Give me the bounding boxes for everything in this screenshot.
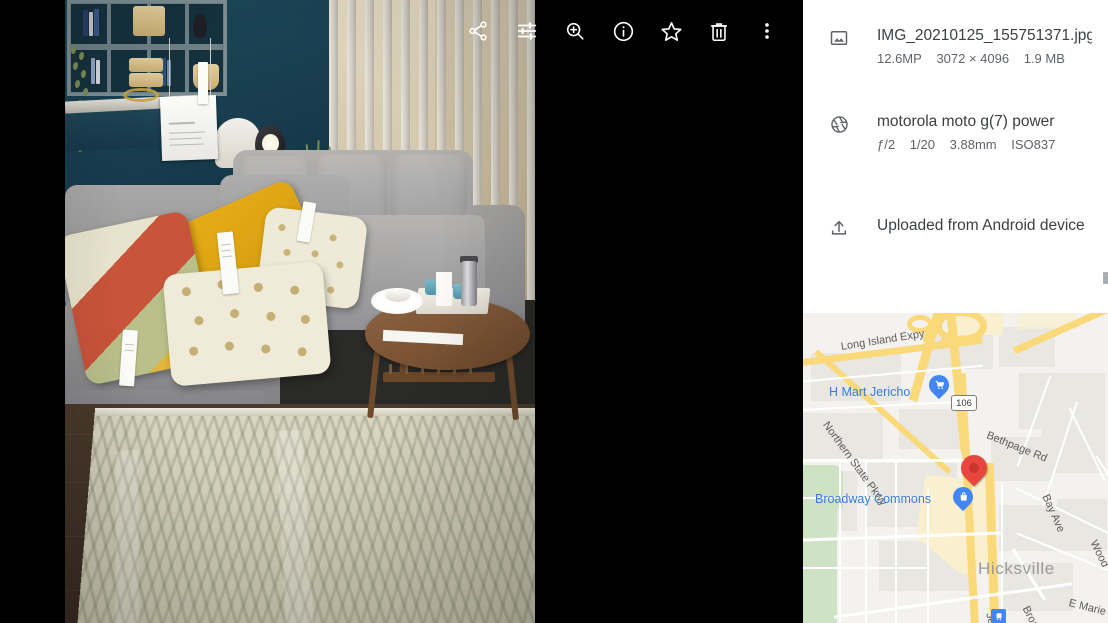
star-icon[interactable] <box>656 16 686 46</box>
tune-icon[interactable] <box>512 16 542 46</box>
delete-icon[interactable] <box>704 16 734 46</box>
camera-shutter: 1/20 <box>909 137 936 152</box>
map-label-hicksville: Hicksville <box>978 559 1055 578</box>
camera-name: motorola moto g(7) power <box>877 113 1055 130</box>
photo-viewer-area[interactable] <box>0 0 803 623</box>
share-icon[interactable] <box>463 16 493 46</box>
info-icon[interactable] <box>608 16 638 46</box>
display-sign <box>159 95 219 161</box>
file-megapixels: 12.6MP <box>877 51 922 66</box>
info-row-file[interactable]: IMG_20210125_155751371.jpg 12.6MP 3072 ×… <box>803 26 1108 68</box>
aperture-icon <box>827 112 851 136</box>
map-label-broadway-commons: Broadway Commons <box>815 492 932 506</box>
file-meta: 12.6MP 3072 × 4096 1.9 MB <box>877 49 1092 68</box>
photo-viewer-app: IMG_20210125_155751371.jpg 12.6MP 3072 ×… <box>0 0 1108 623</box>
route-shield-106: 106 <box>951 395 977 411</box>
photo-image[interactable] <box>65 0 535 623</box>
image-icon <box>827 26 851 50</box>
info-row-upload[interactable]: Uploaded from Android device <box>803 216 1108 240</box>
price-tag <box>198 62 208 104</box>
camera-aperture: ƒ/2 <box>877 137 896 152</box>
zoom-in-icon[interactable] <box>560 16 590 46</box>
file-name: IMG_20210125_155751371.jpg <box>877 27 1092 44</box>
camera-iso: ISO837 <box>1011 137 1056 152</box>
file-dimensions: 3072 × 4096 <box>936 51 1010 66</box>
map-label-h-mart-jericho: H Mart Jericho <box>829 385 911 399</box>
upload-icon <box>827 216 851 240</box>
upload-text: Uploaded from Android device <box>877 217 1085 234</box>
camera-meta: ƒ/2 1/20 3.88mm ISO837 <box>877 135 1092 154</box>
area-rug <box>76 410 535 623</box>
camera-focal-length: 3.88mm <box>949 137 997 152</box>
edit-location-icon[interactable] <box>1103 272 1108 284</box>
viewer-toolbar <box>0 0 803 62</box>
file-size: 1.9 MB <box>1023 51 1065 66</box>
train-station-icon[interactable] <box>991 609 1006 623</box>
info-row-camera[interactable]: motorola moto g(7) power ƒ/2 1/20 3.88mm… <box>803 112 1108 154</box>
location-map[interactable]: 106 Long Island Expy H Mart Jericho Nort… <box>803 313 1108 623</box>
more-icon[interactable] <box>752 16 782 46</box>
info-panel: IMG_20210125_155751371.jpg 12.6MP 3072 ×… <box>803 0 1108 623</box>
pillow-polkadot-large <box>162 261 332 387</box>
